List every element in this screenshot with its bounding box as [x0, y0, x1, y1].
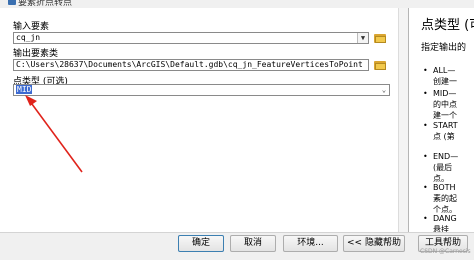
cancel-button[interactable]: 取消 — [230, 235, 276, 252]
arrow-head — [25, 95, 37, 106]
hide-help-button[interactable]: << 隐藏帮助 — [343, 235, 405, 252]
watermark: CSDN @Carnesis — [420, 248, 471, 255]
help-title: 点类型 (可 — [421, 18, 474, 33]
help-description: 指定输出的 — [421, 43, 467, 53]
ok-button[interactable]: 确定 — [178, 235, 224, 252]
environments-button[interactable]: 环境... — [283, 235, 338, 252]
annotation-arrow — [25, 95, 83, 173]
arrow-shaft — [28, 99, 83, 173]
